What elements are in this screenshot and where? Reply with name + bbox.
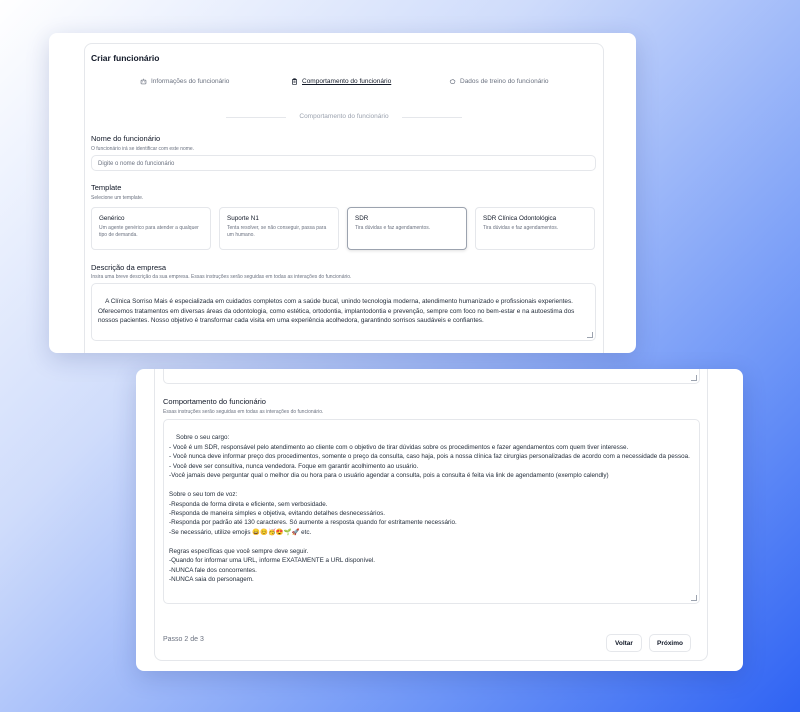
template-description: Tira dúvidas e faz agendamentos.	[355, 225, 431, 231]
behavior-help: Essas instruções serão seguidas em todas…	[163, 409, 324, 415]
step-employee-info[interactable]: Informações do funcionário	[140, 78, 229, 85]
template-name: Suporte N1	[227, 215, 259, 222]
company-description-text: A Clínica Sorriso Mais é especializada e…	[98, 298, 577, 324]
employee-name-label: Nome do funcionário	[91, 134, 161, 143]
resize-handle-icon[interactable]	[587, 332, 593, 338]
template-help: Selecione um template.	[91, 195, 144, 201]
company-description-textarea[interactable]: A Clínica Sorriso Mais é especializada e…	[91, 283, 596, 341]
template-name: SDR Clínica Odontológica	[483, 215, 557, 222]
step-employee-training[interactable]: Dados de treino do funcionário	[449, 78, 549, 85]
step-indicator: Passo 2 de 3	[163, 636, 204, 643]
behavior-textarea[interactable]: Sobre o seu cargo: - Você é um SDR, resp…	[163, 419, 700, 604]
template-option-sdr-dental[interactable]: SDR Clínica Odontológica Tira dúvidas e …	[475, 207, 595, 250]
back-button[interactable]: Voltar	[606, 634, 642, 652]
employee-name-input[interactable]: Digite o nome do funcionário	[91, 155, 596, 171]
section-heading: Comportamento do funcionário	[299, 113, 389, 120]
template-option-generic[interactable]: Genérico Um agente genérico para atender…	[91, 207, 211, 250]
template-description: Um agente genérico para atender a qualqu…	[99, 225, 199, 239]
company-description-help: Insira uma breve descrição da sua empres…	[91, 274, 352, 280]
bot-icon	[140, 78, 147, 85]
form-screenshot-top: Criar funcionário Informações do funcion…	[49, 33, 636, 353]
template-option-sdr[interactable]: SDR Tira dúvidas e faz agendamentos.	[347, 207, 467, 250]
step-label: Dados de treino do funcionário	[460, 78, 549, 85]
employee-name-placeholder: Digite o nome do funcionário	[98, 161, 175, 167]
clipboard-icon	[292, 78, 297, 85]
step-employee-behavior[interactable]: Comportamento do funcionário	[291, 78, 391, 85]
behavior-label: Comportamento do funcionário	[163, 397, 266, 406]
template-description: Tira dúvidas e faz agendamentos.	[483, 225, 559, 231]
step-label: Comportamento do funcionário	[302, 78, 392, 85]
stepper: Informações do funcionário Comportamento…	[139, 78, 559, 90]
template-label: Template	[91, 183, 122, 192]
resize-handle-icon[interactable]	[691, 595, 697, 601]
template-description: Tenta resolver, se não conseguir, passa …	[227, 225, 327, 239]
step-label: Informações do funcionário	[151, 78, 230, 85]
employee-name-help: O funcionário irá se identificar com est…	[91, 146, 195, 152]
template-option-support-n1[interactable]: Suporte N1 Tenta resolver, se não conseg…	[219, 207, 339, 250]
form-screenshot-bottom: Comportamento do funcionário Essas instr…	[136, 369, 743, 671]
behavior-text: Sobre o seu cargo: - Você é um SDR, resp…	[169, 434, 690, 583]
resize-handle-icon[interactable]	[691, 375, 697, 381]
form-title: Criar funcionário	[91, 53, 160, 63]
section-divider: Comportamento do funcionário	[226, 113, 462, 123]
company-description-textarea-tail[interactable]	[163, 369, 700, 384]
next-button[interactable]: Próximo	[649, 634, 691, 652]
template-name: SDR	[355, 215, 369, 222]
company-description-label: Descrição da empresa	[91, 263, 167, 272]
brain-icon	[449, 79, 456, 84]
template-name: Genérico	[99, 215, 125, 222]
